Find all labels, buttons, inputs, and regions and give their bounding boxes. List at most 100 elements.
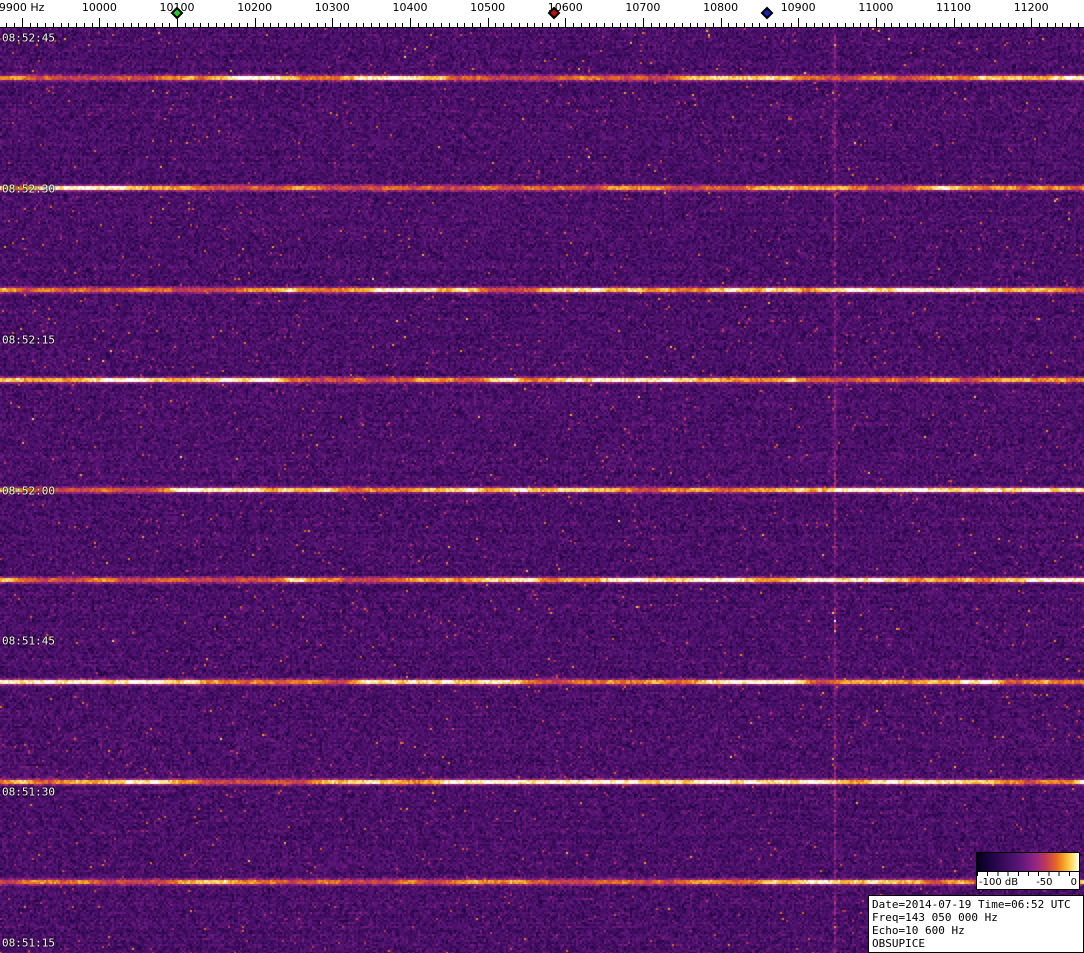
freq-minor-tick (542, 23, 543, 27)
freq-major-tick (1031, 18, 1033, 27)
freq-minor-tick (83, 23, 85, 27)
legend-max-label: 0 (1070, 877, 1077, 888)
freq-minor-tick (503, 23, 505, 27)
freq-minor-tick (1007, 23, 1009, 27)
freq-minor-tick (743, 23, 745, 27)
freq-minor-tick (596, 23, 598, 27)
freq-minor-tick (378, 23, 380, 27)
freq-minor-tick (666, 23, 668, 27)
freq-tick-label: 11000 (858, 1, 894, 14)
freq-minor-tick (588, 23, 590, 27)
freq-minor-tick (976, 23, 978, 27)
freq-minor-tick (526, 23, 528, 27)
freq-minor-tick (1015, 23, 1017, 27)
freq-minor-tick (246, 23, 248, 27)
freq-minor-tick (712, 23, 714, 27)
freq-minor-tick (806, 23, 807, 27)
freq-minor-tick (775, 23, 776, 27)
waterfall-spectrogram (0, 28, 1084, 953)
freq-minor-tick (394, 23, 396, 27)
freq-minor-tick (223, 23, 225, 27)
freq-minor-tick (1046, 23, 1048, 27)
time-tick-label: 08:51:45 (2, 634, 55, 648)
freq-minor-tick (728, 23, 730, 27)
blue-frequency-marker[interactable] (760, 6, 774, 20)
frequency-ruler: 9900 Hz100001010010200103001040010500106… (0, 0, 1084, 28)
time-tick-label: 08:52:15 (2, 333, 55, 347)
freq-minor-tick (130, 23, 132, 27)
freq-minor-tick (852, 23, 854, 27)
freq-minor-tick (549, 23, 551, 27)
freq-minor-tick (782, 23, 784, 27)
freq-minor-tick (907, 23, 908, 27)
freq-minor-tick (386, 23, 388, 27)
freq-minor-tick (479, 23, 481, 27)
time-tick-label: 08:52:00 (2, 484, 55, 497)
freq-minor-tick (433, 23, 435, 27)
freq-major-tick (798, 18, 800, 27)
freq-major-tick (21, 18, 23, 27)
freq-minor-tick (689, 23, 691, 27)
freq-minor-tick (899, 23, 901, 27)
freq-minor-tick (1070, 23, 1071, 27)
freq-minor-tick (837, 23, 839, 27)
freq-tick-label: 10800 (703, 1, 739, 14)
freq-minor-tick (153, 23, 155, 27)
freq-minor-tick (1054, 23, 1056, 27)
freq-minor-tick (681, 23, 683, 27)
freq-minor-tick (278, 23, 279, 27)
freq-minor-tick (456, 23, 458, 27)
legend-mid-label: -50 (1036, 877, 1053, 888)
freq-minor-tick (52, 23, 54, 27)
time-tick-label: 08:51:15 (2, 936, 55, 950)
freq-minor-tick (161, 23, 163, 27)
freq-minor-tick (604, 23, 606, 27)
freq-tick-label: 11200 (1013, 1, 1049, 14)
freq-minor-tick (658, 23, 660, 27)
freq-major-tick (177, 18, 178, 27)
freq-major-tick (565, 18, 567, 27)
freq-minor-tick (184, 23, 186, 27)
freq-minor-tick (91, 23, 93, 27)
freq-major-tick (487, 18, 489, 27)
freq-tick-label: 10300 (314, 1, 350, 14)
freq-minor-tick (945, 23, 947, 27)
freq-major-tick (875, 18, 877, 27)
observation-info-box: Date=2014-07-19 Time=06:52 UTC Freq=143 … (868, 895, 1084, 953)
color-scale-legend: -100 dB -50 0 (976, 852, 1080, 890)
freq-minor-tick (472, 23, 474, 27)
freq-minor-tick (1000, 23, 1002, 27)
freq-minor-tick (767, 23, 769, 27)
freq-minor-tick (510, 23, 512, 27)
freq-minor-tick (736, 23, 738, 27)
freq-minor-tick (705, 23, 707, 27)
freq-minor-tick (192, 23, 194, 27)
freq-minor-tick (107, 23, 109, 27)
time-tick-label: 08:52:45 (2, 31, 55, 45)
spectrogram-app: 9900 Hz100001010010200103001040010500106… (0, 0, 1084, 953)
freq-minor-tick (114, 23, 116, 27)
freq-minor-tick (518, 23, 520, 27)
freq-minor-tick (448, 23, 450, 27)
freq-major-tick (953, 18, 955, 27)
freq-minor-tick (68, 23, 70, 27)
freq-tick-label: 10500 (470, 1, 506, 14)
freq-minor-tick (751, 23, 753, 27)
freq-minor-tick (557, 23, 559, 27)
freq-major-tick (254, 18, 256, 27)
freq-minor-tick (316, 23, 318, 27)
color-scale-labels: -100 dB -50 0 (976, 876, 1080, 890)
freq-minor-tick (984, 23, 986, 27)
freq-tick-label: 10700 (625, 1, 661, 14)
freq-tick-label: 10900 (780, 1, 816, 14)
freq-minor-tick (340, 23, 342, 27)
freq-minor-tick (790, 23, 792, 27)
freq-minor-tick (371, 23, 373, 27)
freq-minor-tick (262, 23, 264, 27)
freq-minor-tick (231, 23, 233, 27)
freq-minor-tick (573, 23, 575, 27)
freq-minor-tick (580, 23, 582, 27)
freq-minor-tick (14, 23, 15, 27)
freq-major-tick (410, 18, 411, 27)
freq-minor-tick (844, 23, 846, 27)
